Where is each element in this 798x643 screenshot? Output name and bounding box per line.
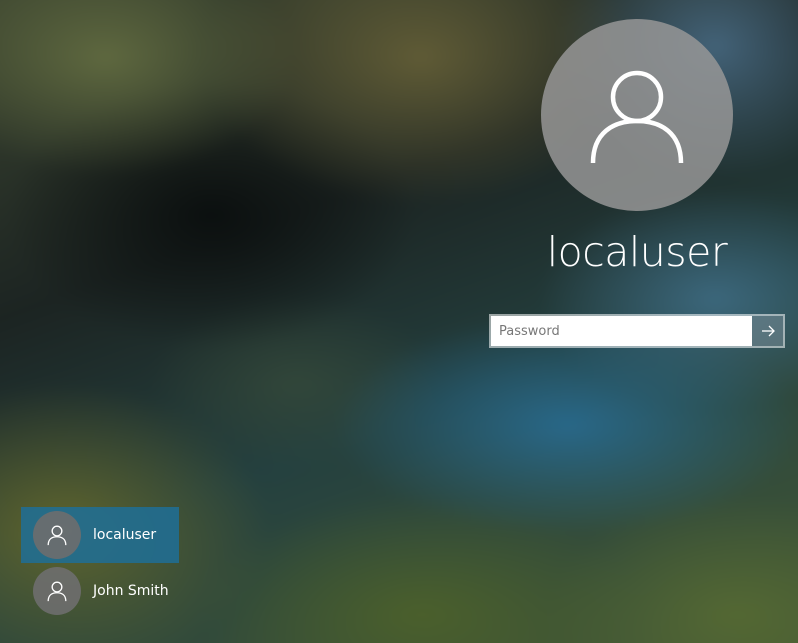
password-input[interactable] bbox=[491, 316, 752, 346]
user-avatar-small bbox=[33, 511, 81, 559]
user-avatar-large bbox=[541, 19, 733, 211]
user-item-label: localuser bbox=[93, 527, 157, 543]
user-switcher-list: localuser John Smith bbox=[21, 507, 179, 619]
user-avatar-small bbox=[33, 567, 81, 615]
user-icon bbox=[47, 581, 67, 602]
selected-username: localuser bbox=[546, 228, 728, 276]
user-item-localuser[interactable]: localuser bbox=[21, 507, 179, 563]
lock-screen: localuser localuser John Smith bbox=[0, 0, 798, 643]
arrow-right-icon bbox=[761, 325, 775, 337]
user-icon bbox=[590, 70, 684, 164]
user-item-john-smith[interactable]: John Smith bbox=[21, 563, 179, 619]
password-box bbox=[489, 314, 785, 348]
submit-button[interactable] bbox=[752, 316, 783, 346]
user-item-label: John Smith bbox=[93, 583, 169, 599]
user-icon bbox=[47, 525, 67, 546]
